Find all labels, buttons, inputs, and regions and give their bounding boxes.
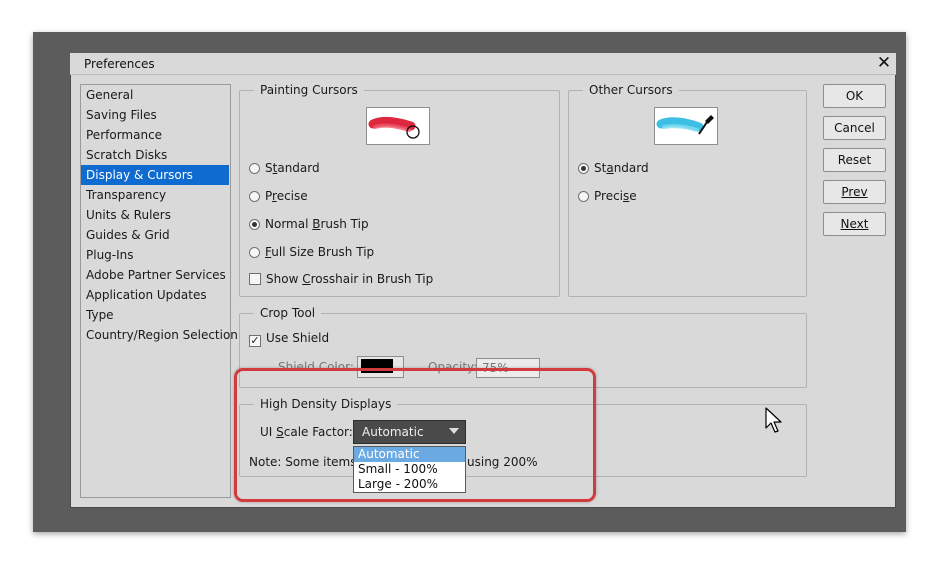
mouse-pointer-icon	[765, 407, 783, 438]
checkbox-box-checked: ✓	[249, 334, 261, 347]
option-text: S	[265, 161, 273, 175]
radio-circle	[249, 191, 260, 202]
radio-circle	[249, 163, 260, 174]
option-text: andard	[277, 161, 320, 175]
prev-button[interactable]: Prev	[823, 180, 886, 204]
other-cursors-legend: Other Cursors	[589, 83, 673, 97]
cancel-button[interactable]: Cancel	[823, 116, 886, 140]
sidebar-item-adobe-partner-services[interactable]: Adobe Partner Services	[81, 265, 229, 285]
sidebar-item-saving-files[interactable]: Saving Files	[81, 105, 229, 125]
option-text: rush Tip	[320, 217, 369, 231]
radio-circle-selected	[578, 163, 589, 174]
option-text: Show	[266, 272, 303, 286]
next-button[interactable]: Next	[823, 212, 886, 236]
radio-circle-selected	[249, 219, 260, 230]
red-brush-stroke-icon	[366, 107, 430, 145]
painting-normal-brush-tip-radio[interactable]: Normal Brush Tip	[249, 215, 369, 233]
use-shield-checkbox[interactable]: ✓ Use Shield	[249, 329, 329, 347]
painting-standard-radio[interactable]: Standard	[249, 159, 320, 177]
close-icon[interactable]: ✕	[874, 53, 894, 73]
highlight-annotation	[234, 368, 596, 502]
option-mnemonic: a	[606, 161, 614, 175]
option-text: Preci	[594, 189, 624, 203]
painting-full-size-brush-tip-radio[interactable]: Full Size Brush Tip	[249, 243, 374, 261]
sidebar-item-scratch-disks[interactable]: Scratch Disks	[81, 145, 229, 165]
option-mnemonic: C	[302, 272, 311, 286]
option-text: rosshair in Brush Tip	[310, 272, 434, 286]
option-text: P	[265, 189, 273, 203]
sidebar-item-display-cursors[interactable]: Display & Cursors	[81, 165, 229, 185]
sidebar-item-guides-grid[interactable]: Guides & Grid	[81, 225, 229, 245]
sidebar-item-general[interactable]: General	[81, 85, 229, 105]
painting-cursors-legend: Painting Cursors	[260, 83, 358, 97]
sidebar-item-type[interactable]: Type	[81, 305, 229, 325]
radio-circle	[578, 191, 589, 202]
window-title: Preferences	[84, 57, 155, 71]
title-bar[interactable]	[70, 53, 896, 75]
option-text: ndard	[613, 161, 649, 175]
option-text: ecise	[276, 189, 308, 203]
checkbox-box	[249, 273, 261, 285]
option-text: e	[629, 189, 637, 203]
crop-tool-legend: Crop Tool	[260, 306, 316, 320]
sidebar-item-transparency[interactable]: Transparency	[81, 185, 229, 205]
option-text: Normal	[265, 217, 313, 231]
radio-circle	[249, 247, 260, 258]
option-text: Use Shield	[266, 331, 330, 345]
sidebar-item-units-rulers[interactable]: Units & Rulers	[81, 205, 229, 225]
eyedropper-icon	[654, 107, 718, 145]
reset-button[interactable]: Reset	[823, 148, 886, 172]
show-crosshair-checkbox[interactable]: Show Crosshair in Brush Tip	[249, 270, 433, 288]
sidebar-item-country-region[interactable]: Country/Region Selection	[81, 325, 238, 345]
sidebar-item-application-updates[interactable]: Application Updates	[81, 285, 229, 305]
ok-button[interactable]: OK	[823, 84, 886, 108]
option-text: ull Size Brush Tip	[271, 245, 375, 259]
other-precise-radio[interactable]: Precise	[578, 187, 637, 205]
sidebar-item-plug-ins[interactable]: Plug-Ins	[81, 245, 229, 265]
option-text: St	[594, 161, 607, 175]
other-standard-radio[interactable]: Standard	[578, 159, 649, 177]
painting-precise-radio[interactable]: Precise	[249, 187, 308, 205]
sidebar-item-performance[interactable]: Performance	[81, 125, 229, 145]
